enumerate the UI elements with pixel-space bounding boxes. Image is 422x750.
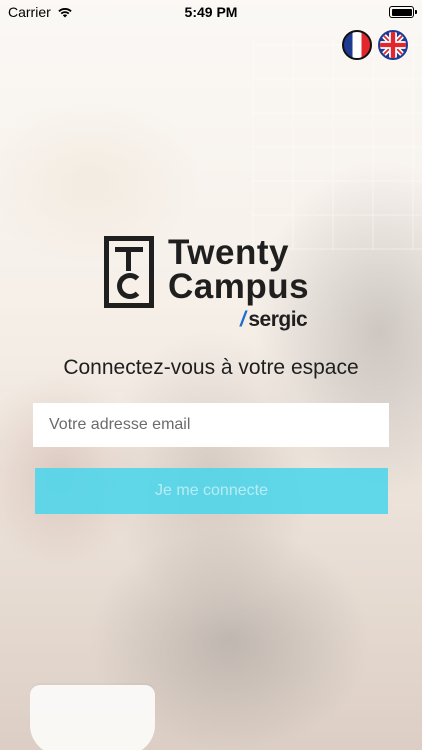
- logo-line-campus: Campus: [168, 267, 310, 306]
- sergic-brand: / sergic: [240, 308, 308, 332]
- uk-flag-icon[interactable]: [378, 30, 408, 60]
- status-time: 5:49 PM: [184, 4, 238, 20]
- twenty-campus-logo: Twenty Campus / sergic: [104, 233, 319, 332]
- language-switcher: [342, 30, 408, 60]
- status-left: Carrier: [8, 4, 73, 20]
- logo-t-stem: [126, 247, 131, 271]
- status-bar: Carrier 5:49 PM: [0, 0, 422, 24]
- logo-line-twenty: Twenty: [168, 233, 289, 272]
- french-flag-icon[interactable]: [342, 30, 372, 60]
- battery-fill: [391, 8, 412, 16]
- logo-wordmark: Twenty Campus: [168, 233, 310, 306]
- tc-logo-mark: [104, 236, 154, 308]
- sergic-label: sergic: [248, 308, 308, 331]
- sergic-slash: /: [240, 308, 246, 331]
- logo-c-shape: [117, 273, 143, 299]
- wifi-icon: [58, 7, 72, 18]
- uk-flag-graphic: [380, 32, 406, 58]
- email-field[interactable]: [33, 403, 389, 447]
- carrier-label: Carrier: [8, 4, 51, 20]
- connect-button[interactable]: Je me connecte: [35, 468, 388, 514]
- login-heading: Connectez-vous à votre espace: [63, 356, 359, 379]
- battery-icon: [389, 6, 417, 18]
